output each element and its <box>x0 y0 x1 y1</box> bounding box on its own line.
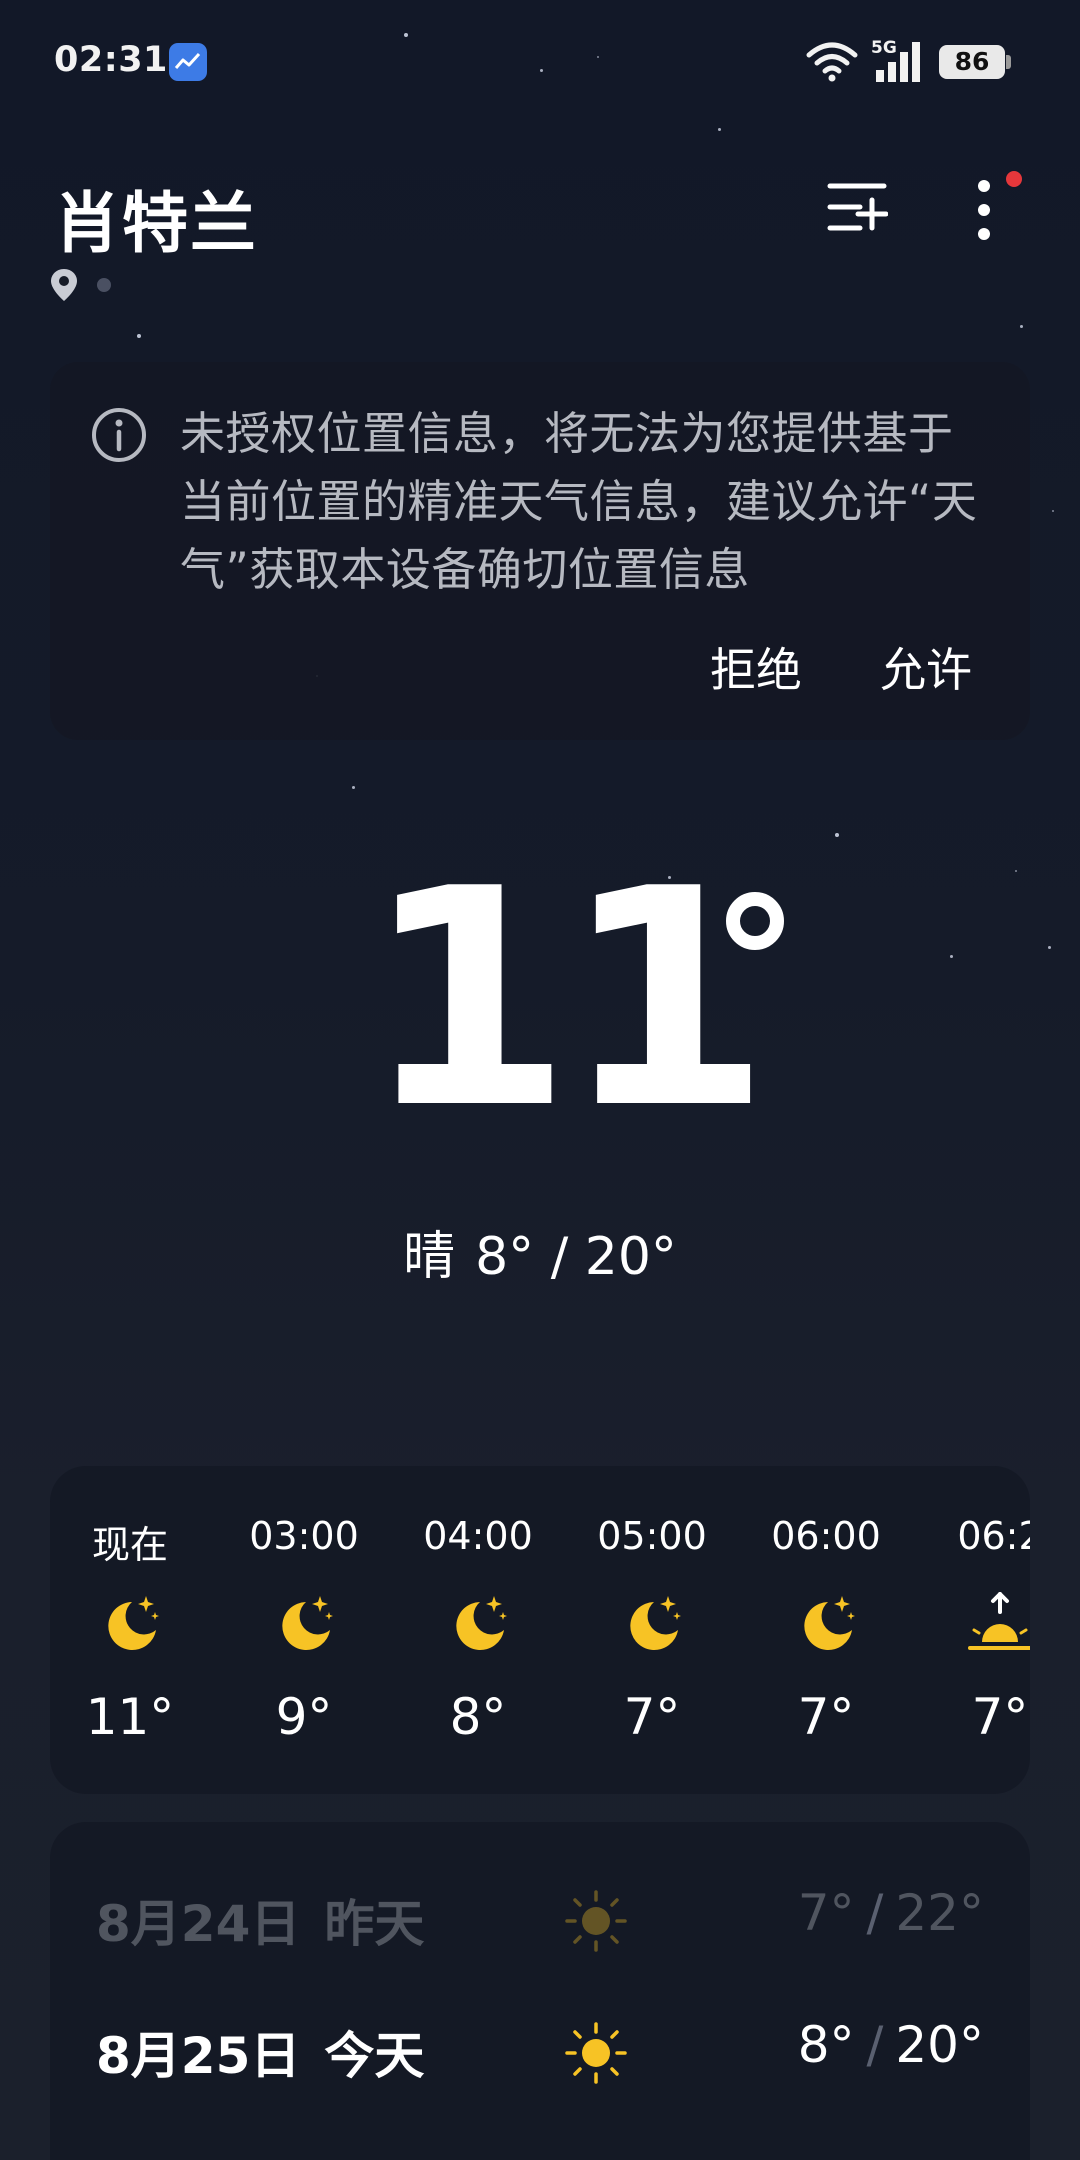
hourly-item: 现在 11° <box>50 1466 210 1794</box>
allow-button[interactable]: 允许 <box>880 634 972 700</box>
sunrise-icon <box>968 1592 1030 1650</box>
hourly-item: 03:00 9° <box>224 1466 384 1794</box>
hourly-item: 06:2 7° <box>920 1466 1030 1794</box>
hourly-item: 05:00 7° <box>572 1466 732 1794</box>
daily-high: 22° <box>895 1884 984 1942</box>
hourly-item: 04:00 8° <box>398 1466 558 1794</box>
hourly-time: 03:00 <box>249 1514 359 1558</box>
star-decoration <box>352 786 355 789</box>
daily-low: 8° <box>797 2016 855 2074</box>
battery-level: 86 <box>939 45 1005 79</box>
hourly-time: 现在 <box>91 1523 168 1567</box>
hourly-temp: 8° <box>449 1688 507 1746</box>
moon-stars-icon <box>804 1596 855 1650</box>
daily-high: 20° <box>895 2016 984 2074</box>
temperature-range: 8° / 20° <box>475 1227 677 1287</box>
daily-row-yesterday[interactable]: 8月24日 昨天 7°/22° <box>50 1884 1030 2004</box>
more-options-icon[interactable] <box>966 178 1002 242</box>
star-decoration <box>835 833 839 837</box>
notification-badge <box>1006 171 1022 187</box>
daily-low: 7° <box>797 1884 855 1942</box>
daily-date: 8月25日 今天 <box>96 2016 424 2088</box>
status-bar: 02:31 5G 86 <box>0 0 1080 124</box>
star-decoration <box>1052 510 1054 512</box>
city-title: 肖特兰 <box>54 185 258 262</box>
hourly-time: 04:00 <box>423 1514 533 1558</box>
permission-message: 未授权位置信息，将无法为您提供基于当前位置的精准天气信息，建议允许“天气”获取本… <box>180 407 978 596</box>
daily-date-value: 8月25日 <box>96 2027 301 2085</box>
hourly-time: 06:2 <box>957 1514 1030 1558</box>
app-notification-icon <box>169 43 207 81</box>
star-decoration <box>1020 325 1023 328</box>
location-pin-icon <box>51 269 77 301</box>
temp-separator: / <box>866 1884 884 1942</box>
moon-stars-icon <box>108 1596 159 1650</box>
hourly-time: 05:00 <box>597 1514 707 1558</box>
deny-button[interactable]: 拒绝 <box>710 634 802 700</box>
hourly-temp: 7° <box>797 1688 855 1746</box>
info-icon <box>92 408 146 462</box>
hourly-temp: 7° <box>623 1688 681 1746</box>
battery-tip <box>1006 55 1011 69</box>
daily-date: 8月24日 昨天 <box>96 1884 424 1956</box>
city-manage-icon[interactable] <box>826 178 888 236</box>
sun-icon <box>565 1890 627 1952</box>
moon-stars-icon <box>282 1596 333 1650</box>
daily-day-label: 昨天 <box>324 1895 425 1953</box>
current-temperature-value: 11 <box>363 825 770 1174</box>
current-temperature: 11 <box>0 850 1080 1150</box>
weather-condition: 晴 <box>403 1227 456 1287</box>
daily-row-today[interactable]: 8月25日 今天 8°/20° <box>50 2016 1030 2136</box>
star-decoration <box>137 334 141 338</box>
degree-symbol <box>726 892 784 950</box>
hourly-temp: 7° <box>971 1688 1029 1746</box>
page-indicator-dot <box>97 278 111 292</box>
daily-forecast-card[interactable]: 8月24日 昨天 7°/22° 8月25日 今天 8° / 20° <box>50 1822 1030 2160</box>
wifi-icon <box>806 42 858 82</box>
hourly-forecast-card[interactable]: 现在 11° 03:00 9° 04:00 8° 05:00 7° 06:00 … <box>50 1466 1030 1794</box>
hourly-item: 06:00 7° <box>746 1466 906 1794</box>
star-decoration <box>718 128 721 131</box>
status-time: 02:31 <box>54 40 168 80</box>
location-permission-card: 未授权位置信息，将无法为您提供基于当前位置的精准天气信息，建议允许“天气”获取本… <box>50 362 1030 740</box>
daily-temps: 7°/22° <box>798 1884 984 1942</box>
sun-icon <box>565 2022 627 2084</box>
temp-separator: / <box>866 2016 884 2074</box>
hourly-time: 06:00 <box>771 1514 881 1558</box>
hourly-temp: 9° <box>275 1688 333 1746</box>
signal-strength-icon <box>876 42 920 82</box>
daily-date-value: 8月24日 <box>96 1895 301 1953</box>
daily-day-label: 今天 <box>324 2027 425 2085</box>
weather-summary: 晴 8° / 20° <box>0 1214 1080 1289</box>
moon-stars-icon <box>630 1596 681 1650</box>
daily-temps: 8°/20° <box>798 2016 984 2074</box>
moon-stars-icon <box>456 1596 507 1650</box>
hourly-temp: 11° <box>85 1688 175 1746</box>
weather-screen: 02:31 5G 86 肖特兰 未授权位置信息，将无法为您提供基于当前位置的精准… <box>0 0 1080 2160</box>
